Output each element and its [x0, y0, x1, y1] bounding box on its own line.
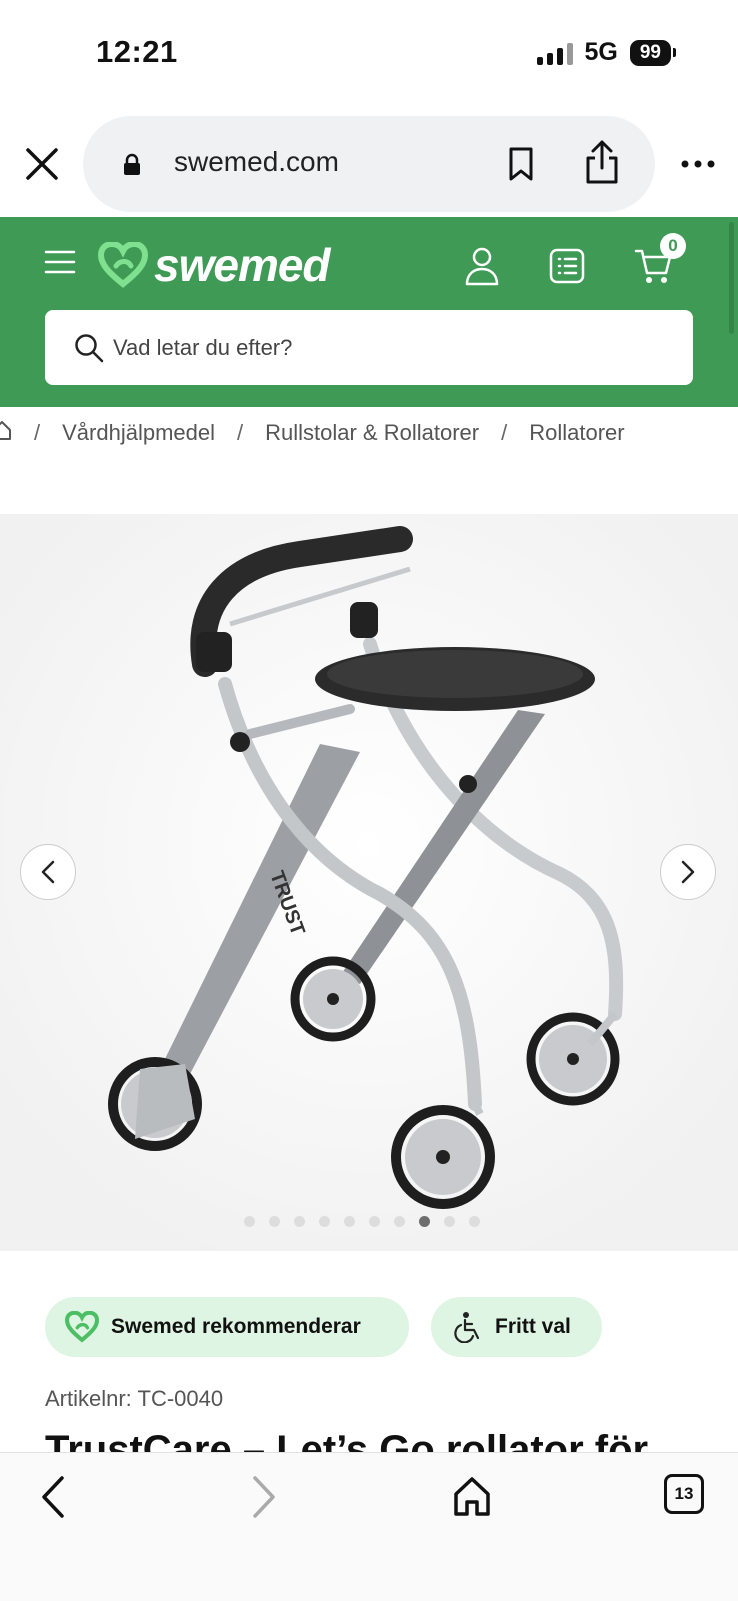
- gallery-pagination[interactable]: [244, 1216, 480, 1227]
- logo-heart-icon: [98, 242, 148, 288]
- address-bar[interactable]: [83, 116, 655, 212]
- shopping-list-icon[interactable]: [548, 247, 586, 285]
- breadcrumb-item-vardhjalpmedel[interactable]: Vårdhjälpmedel: [62, 420, 215, 446]
- more-options-icon[interactable]: [680, 157, 716, 171]
- gallery-dot[interactable]: [269, 1216, 280, 1227]
- gallery-dot[interactable]: [469, 1216, 480, 1227]
- scrollbar[interactable]: [729, 222, 734, 334]
- battery-icon: 99: [629, 39, 676, 66]
- gallery-dot[interactable]: [244, 1216, 255, 1227]
- back-icon[interactable]: [36, 1474, 70, 1520]
- gallery-dot[interactable]: [419, 1216, 430, 1227]
- share-icon[interactable]: [582, 138, 622, 186]
- lock-icon: [121, 153, 143, 175]
- close-tab-icon[interactable]: [22, 144, 62, 184]
- breadcrumb-separator: /: [34, 420, 41, 445]
- status-indicators: 5G 99: [536, 38, 676, 67]
- url-text[interactable]: swemed.com: [174, 146, 339, 178]
- tabs-button[interactable]: 13: [664, 1474, 704, 1514]
- gallery-dot[interactable]: [294, 1216, 305, 1227]
- home-icon[interactable]: [0, 419, 12, 447]
- breadcrumb-separator: /: [237, 420, 244, 445]
- gallery-dot[interactable]: [444, 1216, 455, 1227]
- breadcrumb-separator: /: [501, 420, 508, 445]
- gallery-dot[interactable]: [344, 1216, 355, 1227]
- wheel: [391, 1105, 495, 1209]
- gallery-dot[interactable]: [394, 1216, 405, 1227]
- network-type: 5G: [584, 38, 618, 66]
- cart-count-badge: 0: [660, 233, 686, 259]
- free-choice-badge: Fritt val: [431, 1297, 602, 1357]
- gallery-dot[interactable]: [369, 1216, 380, 1227]
- search-placeholder[interactable]: Vad letar du efter?: [113, 335, 292, 361]
- breadcrumb-item-rullstolar[interactable]: Rullstolar & Rollatorer: [265, 420, 479, 446]
- account-icon[interactable]: [463, 246, 501, 286]
- wheelchair-icon: [454, 1312, 480, 1343]
- gallery-next-button[interactable]: [660, 844, 716, 900]
- badge-label: Swemed rekommenderar: [111, 1315, 361, 1338]
- bookmark-icon[interactable]: [506, 146, 536, 182]
- status-time: 12:21: [96, 34, 178, 69]
- breadcrumb-item-rollatorer[interactable]: Rollatorer: [529, 420, 624, 446]
- home-icon[interactable]: [452, 1474, 492, 1518]
- swemed-recommends-badge: Swemed rekommenderar: [45, 1297, 409, 1357]
- cellular-signal-icon: [536, 41, 573, 65]
- menu-icon[interactable]: [44, 248, 76, 276]
- rollator-product-image: TRUST: [0, 514, 738, 1251]
- swemed-logo[interactable]: swemed: [98, 238, 331, 292]
- article-number: Artikelnr: TC-0040: [45, 1386, 224, 1411]
- heart-logo-icon: [65, 1311, 99, 1343]
- forward-icon[interactable]: [247, 1474, 281, 1520]
- browser-toolbar: [0, 1452, 738, 1601]
- gallery-prev-button[interactable]: [20, 844, 76, 900]
- wheel: [290, 956, 376, 1042]
- badge-label: Fritt val: [495, 1315, 571, 1338]
- chevron-right-icon: [681, 860, 695, 884]
- product-image-gallery[interactable]: TRUST: [0, 514, 738, 1251]
- search-icon: [74, 333, 104, 363]
- chevron-left-icon: [41, 860, 55, 884]
- breadcrumb: / Vårdhjälpmedel / Rullstolar & Rollator…: [0, 418, 625, 448]
- gallery-dot[interactable]: [319, 1216, 330, 1227]
- logo-text: swemed: [154, 239, 331, 291]
- battery-level: 99: [629, 39, 671, 66]
